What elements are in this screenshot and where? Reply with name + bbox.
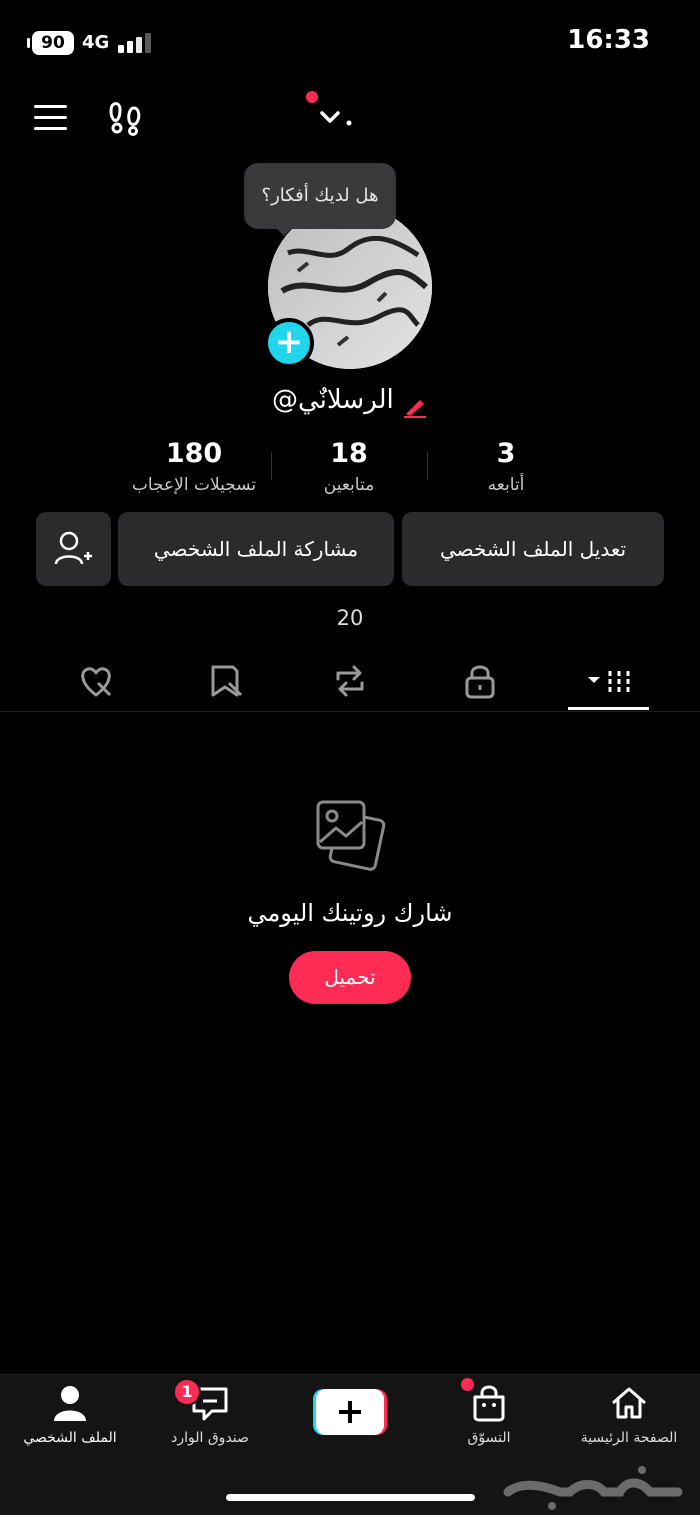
home-icon bbox=[612, 1387, 646, 1419]
following-count: 3 bbox=[496, 438, 516, 469]
photos-icon bbox=[314, 798, 388, 872]
footprints-icon[interactable] bbox=[108, 100, 142, 136]
likes-count: 180 bbox=[165, 438, 223, 469]
create-button[interactable] bbox=[313, 1387, 387, 1437]
nav-profile[interactable]: الملف الشخصي bbox=[5, 1380, 135, 1460]
shopping-bag-icon bbox=[473, 1385, 505, 1422]
ideas-tooltip[interactable]: هل لديك أفكار؟ bbox=[244, 163, 396, 236]
repost-icon bbox=[336, 665, 364, 697]
following-stat[interactable]: 3 أتابعه bbox=[426, 436, 586, 498]
empty-state-text: شارك روتينك اليومي bbox=[247, 899, 453, 927]
tab-reposts[interactable] bbox=[310, 655, 390, 705]
tab-favorites[interactable] bbox=[185, 655, 265, 705]
likes-stat[interactable]: 180 تسجيلات الإعجاب bbox=[114, 436, 274, 498]
username-text: @الرسلانٌي bbox=[272, 385, 394, 415]
inbox-badge: 1 bbox=[173, 1378, 201, 1406]
add-user-icon bbox=[54, 531, 92, 565]
nav-home[interactable]: الصفحة الرئيسية bbox=[564, 1380, 694, 1460]
tab-videos[interactable] bbox=[568, 655, 648, 705]
videos-count: 20 bbox=[336, 606, 364, 630]
home-indicator bbox=[226, 1494, 475, 1501]
tab-private[interactable] bbox=[440, 655, 520, 705]
edit-profile-button[interactable]: تعديل الملف الشخصي bbox=[402, 512, 664, 586]
upload-button[interactable]: تحميل bbox=[289, 951, 411, 1004]
menu-icon[interactable] bbox=[34, 105, 67, 131]
network-label: 4G bbox=[82, 32, 110, 53]
add-friend-button[interactable] bbox=[36, 512, 111, 586]
lock-icon bbox=[465, 665, 495, 699]
clock: 16:33 bbox=[567, 25, 650, 55]
account-switch-chevron-icon[interactable] bbox=[318, 106, 358, 130]
profile-icon bbox=[54, 1386, 86, 1421]
followers-label: متابعين bbox=[323, 475, 375, 495]
shop-notification-dot bbox=[461, 1378, 474, 1391]
nav-shop[interactable]: التسوّق bbox=[424, 1380, 554, 1460]
tab-liked[interactable] bbox=[56, 655, 136, 705]
share-profile-button[interactable]: مشاركة الملف الشخصي bbox=[118, 512, 394, 586]
nav-home-label: الصفحة الرئيسية bbox=[580, 1430, 678, 1446]
videos-grid-icon bbox=[588, 671, 630, 693]
liked-icon bbox=[81, 667, 112, 697]
username: @الرسلانٌي bbox=[150, 380, 550, 420]
nav-shop-label: التسوّق bbox=[467, 1430, 511, 1446]
following-label: أتابعه bbox=[487, 475, 525, 495]
favorites-icon bbox=[211, 665, 243, 697]
followers-count: 18 bbox=[330, 438, 368, 469]
followers-stat[interactable]: 18 متابعين bbox=[269, 436, 429, 498]
active-tab-indicator bbox=[568, 707, 649, 710]
nav-profile-label: الملف الشخصي bbox=[23, 1430, 117, 1446]
edit-pencil-icon[interactable] bbox=[402, 390, 428, 418]
notification-dot bbox=[306, 91, 318, 103]
plus-icon bbox=[313, 1389, 387, 1435]
likes-label: تسجيلات الإعجاب bbox=[131, 475, 257, 495]
nav-inbox-label: صندوق الوارد bbox=[171, 1430, 249, 1446]
haraj-watermark bbox=[500, 1462, 685, 1510]
add-story-plus-icon[interactable]: + bbox=[264, 318, 314, 368]
tab-divider bbox=[0, 711, 700, 712]
nav-inbox[interactable]: صندوق الوارد bbox=[145, 1380, 275, 1460]
signal-icon bbox=[118, 33, 152, 53]
battery-indicator: 90 bbox=[27, 31, 74, 55]
